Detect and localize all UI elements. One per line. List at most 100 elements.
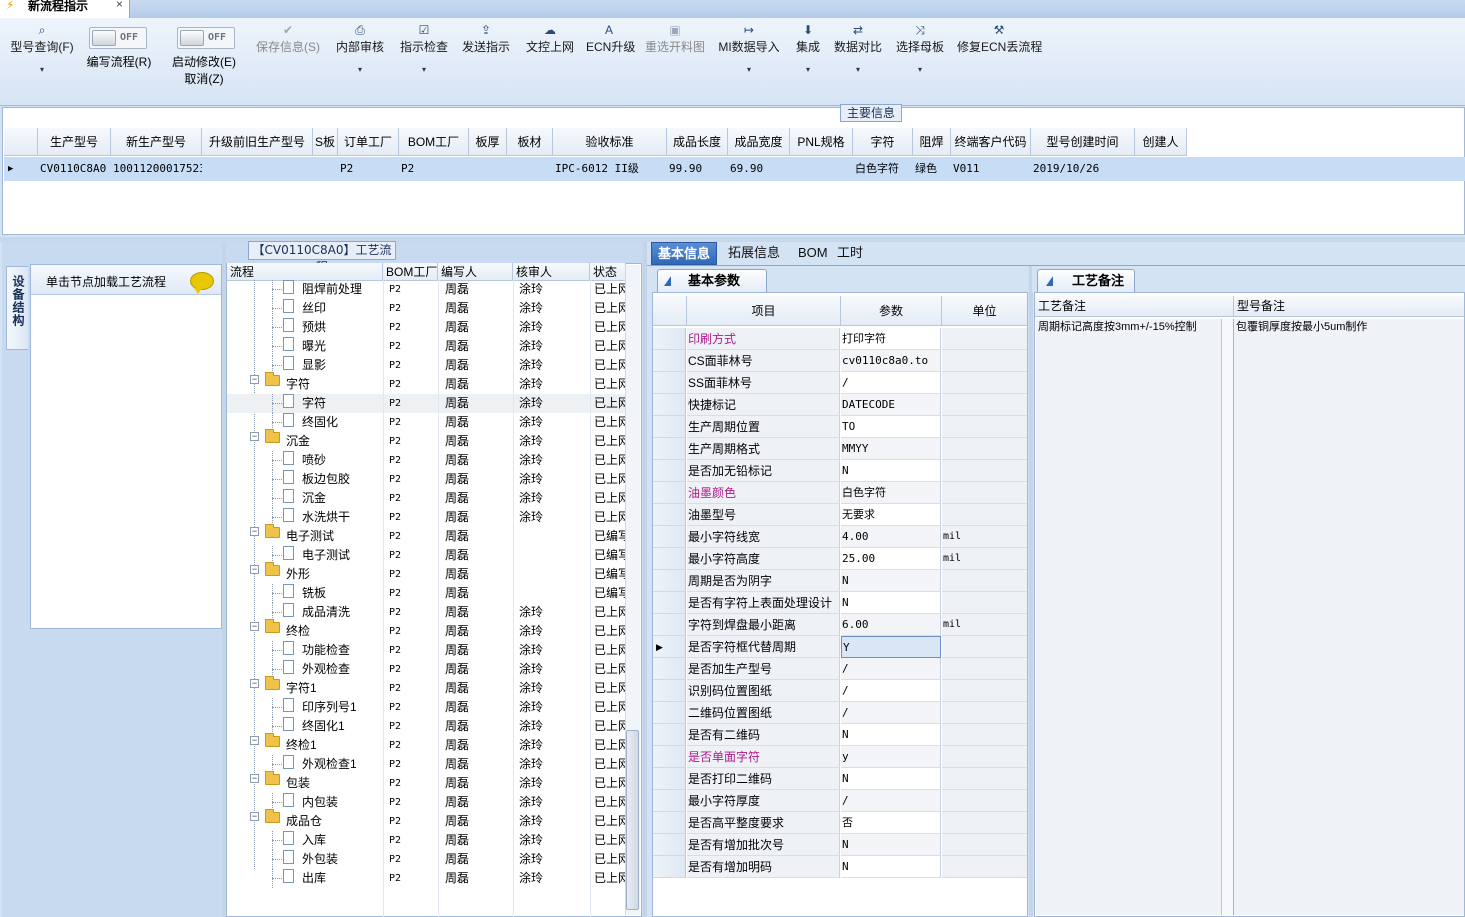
column-header[interactable]: 板材 (507, 128, 553, 156)
tree-row[interactable]: 终固化 P2 周磊 涂玲 已上网 (227, 413, 627, 432)
param-value[interactable]: 打印字符 (841, 328, 941, 350)
dropdown-arrow-icon[interactable]: ▾ (398, 66, 450, 74)
param-value[interactable]: 无要求 (841, 504, 941, 526)
toolbar-button-13[interactable]: ⚒ 修复ECN丢流程 (957, 22, 1042, 55)
right-tab[interactable]: BOM (792, 242, 834, 265)
param-row[interactable]: 印刷方式 打印字符 (653, 328, 1027, 350)
tree-row[interactable]: − 字符1 P2 周磊 涂玲 已上网 (227, 676, 627, 698)
param-row[interactable]: 二维码位置图纸 / (653, 702, 1027, 724)
tab-process-notes[interactable]: 工艺备注 (1037, 269, 1135, 292)
tree-row[interactable]: 水洗烘干 P2 周磊 涂玲 已上网 (227, 508, 627, 527)
column-header[interactable]: 核审人 (513, 263, 590, 281)
cancel-label[interactable]: 取消(Z) (168, 71, 240, 88)
tree-row[interactable]: 出库 P2 周磊 涂玲 已上网 (227, 869, 627, 888)
tree-row[interactable]: − 沉金 P2 周磊 涂玲 已上网 (227, 429, 627, 451)
tree-row[interactable]: − 字符 P2 周磊 涂玲 已上网 (227, 372, 627, 394)
cell[interactable] (471, 157, 507, 181)
cell[interactable]: 2019/10/26 (1033, 157, 1135, 181)
cell[interactable] (509, 157, 553, 181)
tree-scrollbar-thumb[interactable] (626, 730, 639, 910)
tree-row[interactable]: 外包装 P2 周磊 涂玲 已上网 (227, 850, 627, 869)
start-modify-toggle[interactable]: OFF (177, 27, 235, 49)
param-row[interactable]: 是否有增加批次号 N (653, 834, 1027, 856)
cell[interactable]: P2 (340, 157, 399, 181)
cell[interactable]: IPC-6012 II级 (555, 157, 667, 181)
cell[interactable] (1137, 157, 1187, 181)
tree-row[interactable]: − 终检 P2 周磊 涂玲 已上网 (227, 619, 627, 641)
tree-row[interactable]: 阻焊前处理 P2 周磊 涂玲 已上网 (227, 280, 627, 299)
param-value[interactable]: DATECODE (841, 394, 941, 416)
tab-basic-params[interactable]: 基本参数 (657, 269, 767, 292)
param-value[interactable]: / (841, 790, 941, 812)
tree-row[interactable]: 功能检查 P2 周磊 涂玲 已上网 (227, 641, 627, 660)
param-value[interactable]: TO (841, 416, 941, 438)
param-value[interactable]: N (841, 460, 941, 482)
param-row[interactable]: 油墨颜色 白色字符 (653, 482, 1027, 504)
tree-row[interactable]: 字符 P2 周磊 涂玲 已上网 (227, 394, 627, 413)
cell[interactable]: 白色字符 (855, 157, 913, 181)
column-header[interactable]: 验收标准 (553, 128, 667, 156)
param-row[interactable]: 是否高平整度要求否 (653, 812, 1027, 834)
tree-row[interactable]: 外观检查1 P2 周磊 涂玲 已上网 (227, 755, 627, 774)
tree-row[interactable]: − 外形 P2 周磊 已编写 (227, 562, 627, 584)
collapse-icon[interactable]: − (250, 736, 259, 745)
param-row[interactable]: 识别码位置图纸 / (653, 680, 1027, 702)
dropdown-arrow-icon[interactable]: ▾ (894, 66, 946, 74)
cell[interactable]: 绿色 (915, 157, 951, 181)
tree-row[interactable]: 显影 P2 周磊 涂玲 已上网 (227, 356, 627, 375)
toolbar-button-7[interactable]: A ECN升级 (586, 22, 635, 55)
param-row[interactable]: 最小字符高度 25.00 mil (653, 548, 1027, 570)
param-value[interactable]: / (841, 658, 941, 680)
column-header[interactable]: 创建人 (1135, 128, 1187, 156)
tree-row[interactable]: 铣板 P2 周磊 已编写 (227, 584, 627, 603)
tree-row[interactable]: 丝印 P2 周磊 涂玲 已上网 (227, 299, 627, 318)
process-note-text[interactable]: 周期标记高度按3mm+/-15%控制 (1036, 319, 1222, 915)
param-row[interactable]: 最小字符厚度 / (653, 790, 1027, 812)
toolbar-button-10[interactable]: ⬇ 集成 ▾ (792, 22, 824, 74)
cell[interactable]: CV0110C8A0 (40, 157, 111, 181)
column-header[interactable]: 状态 (590, 263, 626, 281)
right-tab[interactable]: 基本信息 (651, 242, 718, 265)
tree-row[interactable]: − 终检1 P2 周磊 涂玲 已上网 (227, 733, 627, 755)
cell[interactable] (204, 157, 313, 181)
dropdown-arrow-icon[interactable]: ▾ (792, 66, 824, 74)
cell[interactable]: V011 (953, 157, 1031, 181)
tree-row[interactable]: − 成品仓 P2 周磊 涂玲 已上网 (227, 809, 627, 831)
toolbar-button-5[interactable]: ⇪ 发送指示 (460, 22, 512, 55)
cell[interactable]: 69.90 (730, 157, 790, 181)
param-row[interactable]: 是否有字符上表面处理设计 N (653, 592, 1027, 614)
toolbar-button-3[interactable]: ⎙ 内部审核 ▾ (334, 22, 386, 74)
column-header[interactable]: 编写人 (438, 263, 513, 281)
column-header-unit[interactable]: 单位 (942, 296, 1027, 326)
collapse-icon[interactable]: − (250, 812, 259, 821)
tree-row[interactable]: 预烘 P2 周磊 涂玲 已上网 (227, 318, 627, 337)
param-row[interactable]: 油墨型号 无要求 (653, 504, 1027, 526)
param-value[interactable]: N (841, 570, 941, 592)
tree-row[interactable]: 曝光 P2 周磊 涂玲 已上网 (227, 337, 627, 356)
param-value[interactable]: / (841, 680, 941, 702)
param-row[interactable]: 是否有增加明码 N (653, 856, 1027, 878)
column-header[interactable]: BOM工厂 (399, 128, 469, 156)
collapse-icon[interactable]: − (250, 622, 259, 631)
column-header[interactable]: 订单工厂 (338, 128, 399, 156)
tree-row[interactable]: 终固化1 P2 周磊 涂玲 已上网 (227, 717, 627, 736)
toolbar-button-6[interactable]: ☁ 文控上网 (524, 22, 576, 55)
param-value[interactable]: 否 (841, 812, 941, 834)
toolbar-button-9[interactable]: ↦ MI数据导入 ▾ (717, 22, 781, 74)
collapse-icon[interactable]: − (250, 432, 259, 441)
cell[interactable] (792, 157, 853, 181)
param-row[interactable]: ▶ 是否字符框代替周期 Y (653, 636, 1027, 658)
column-header[interactable]: 成品长度 (667, 128, 728, 156)
param-value[interactable]: 4.00 (841, 526, 941, 548)
param-row[interactable]: 生产周期格式 MMYY (653, 438, 1027, 460)
cell[interactable]: 10011200017523 (113, 157, 202, 181)
param-value[interactable]: / (841, 372, 941, 394)
document-tab[interactable]: ⚡ 新流程指示 × (0, 0, 130, 19)
param-row[interactable]: 快捷标记 DATECODE (653, 394, 1027, 416)
column-header[interactable]: 型号创建时间 (1031, 128, 1135, 156)
dropdown-arrow-icon[interactable]: ▾ (717, 66, 781, 74)
toolbar-button-11[interactable]: ⇄ 数据对比 ▾ (832, 22, 884, 74)
param-row[interactable]: 字符到焊盘最小距离 6.00 mil (653, 614, 1027, 636)
collapse-icon[interactable]: − (250, 565, 259, 574)
column-header[interactable]: 终端客户代码 (951, 128, 1031, 156)
